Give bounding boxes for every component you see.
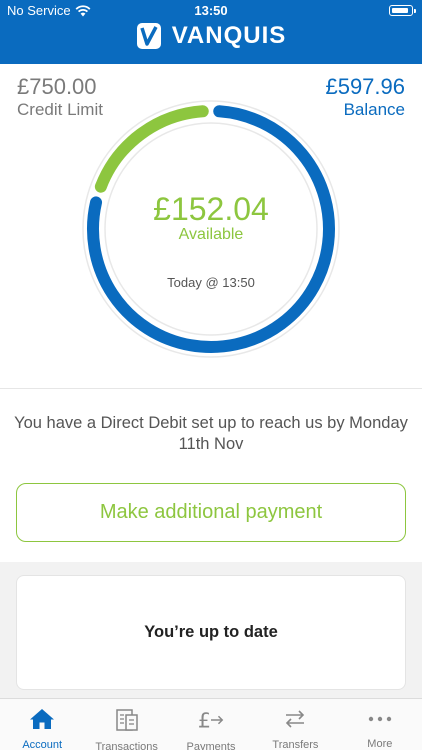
tab-transfers-label: Transfers (272, 739, 319, 750)
vanquis-logo-icon (136, 23, 161, 49)
tab-more-label: More (367, 738, 393, 750)
up-to-date-title: You’re up to date (144, 623, 278, 641)
tab-payments-label: Payments (186, 741, 236, 750)
make-additional-payment-button[interactable]: Make additional payment (16, 483, 406, 542)
credit-limit-amount: £750.00 (17, 74, 97, 99)
available-label: Available (178, 226, 244, 243)
balance-timestamp: Today @ 13:50 (167, 275, 255, 290)
account-summary: £750.00 Credit Limit £597.96 Balance £15… (0, 64, 422, 388)
pound-arrow-icon: £ (197, 707, 225, 733)
bottom-tab-bar: Account Transactions £ Payments Transfer… (0, 698, 422, 750)
balance-amount: £597.96 (325, 74, 405, 99)
direct-debit-message: You have a Direct Debit set up to reach … (14, 414, 408, 453)
battery-icon (389, 5, 416, 16)
tab-payments[interactable]: £ Payments (169, 699, 253, 750)
svg-text:£: £ (198, 708, 211, 732)
brand-name: VANQUIS (171, 22, 287, 49)
up-to-date-card: You’re up to date (16, 575, 406, 690)
tab-transactions-label: Transactions (95, 741, 158, 750)
ring-available-arc (94, 105, 209, 193)
tab-transactions[interactable]: Transactions (84, 699, 168, 750)
status-time: 13:50 (194, 3, 228, 18)
more-icon (366, 707, 394, 730)
balance-label: Balance (343, 100, 405, 119)
brand-header: VANQUIS (0, 19, 422, 53)
available-amount: £152.04 (153, 191, 269, 227)
tab-transfers[interactable]: Transfers (253, 699, 337, 750)
tab-account-label: Account (22, 739, 63, 750)
receipt-icon (113, 707, 141, 733)
section-divider (0, 388, 422, 389)
transfer-arrows-icon (281, 707, 309, 731)
top-bar: No Service 13:50 VANQUIS (0, 0, 422, 64)
home-icon (28, 707, 56, 731)
tab-account[interactable]: Account (0, 699, 84, 750)
tab-more[interactable]: More (338, 699, 422, 750)
